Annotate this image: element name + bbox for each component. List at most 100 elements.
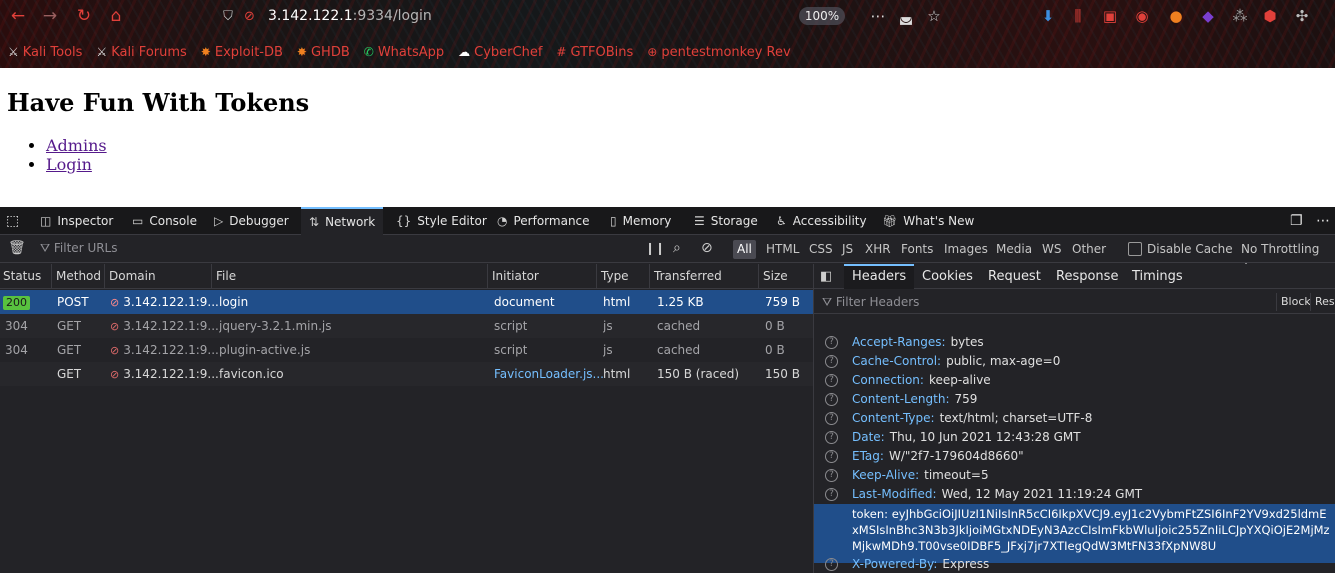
- tab-cookies[interactable]: Cookies: [922, 264, 973, 289]
- search-icon[interactable]: ⌕: [673, 240, 681, 256]
- bookmark-exploit-db[interactable]: ✸ Exploit-DB: [201, 45, 283, 60]
- tab-debugger[interactable]: ▷ Debugger: [214, 207, 289, 235]
- account-icon[interactable]: ◉: [1132, 6, 1152, 26]
- throttling-select[interactable]: No Throttling ↕: [1237, 240, 1335, 275]
- help-icon[interactable]: ?: [825, 412, 838, 425]
- column-transferred[interactable]: Transferred: [651, 264, 759, 289]
- tab-console[interactable]: ▭ Console: [132, 207, 197, 235]
- help-icon[interactable]: ?: [825, 469, 838, 482]
- filter-js[interactable]: JS: [838, 240, 857, 259]
- login-link[interactable]: Login: [46, 155, 92, 174]
- bookmark-gtfobins[interactable]: # GTFOBins: [556, 45, 633, 60]
- help-icon[interactable]: ?: [825, 431, 838, 444]
- tab-performance[interactable]: ◔ Performance: [497, 207, 590, 235]
- filter-html[interactable]: HTML: [762, 240, 803, 259]
- bookmark-kali-tools[interactable]: ⚔ Kali Tools: [8, 45, 82, 60]
- download-icon[interactable]: ⬇: [1038, 6, 1058, 26]
- tab-request[interactable]: Request: [988, 264, 1041, 289]
- bookmark-cyberchef[interactable]: ☁ CyberChef: [458, 45, 542, 60]
- back-arrow-icon[interactable]: ←: [6, 5, 30, 27]
- url-bar[interactable]: ⛉ ⊘ 3.142.122.1 :9334/login: [220, 4, 800, 28]
- element-picker-icon[interactable]: ⬚: [6, 207, 19, 235]
- zoom-level[interactable]: 100%: [799, 7, 845, 25]
- bookmark-pentestmonkey[interactable]: ⊕ pentestmonkey Rev: [647, 45, 790, 60]
- tab-accessibility[interactable]: ♿ Accessibility: [776, 207, 867, 235]
- help-icon[interactable]: ?: [825, 336, 838, 349]
- star-bookmark-icon[interactable]: ☆: [924, 6, 944, 26]
- bookmark-kali-forums[interactable]: ⚔ Kali Forums: [96, 45, 186, 60]
- filter-fonts[interactable]: Fonts: [897, 240, 937, 259]
- initiator-cell: script: [494, 319, 528, 333]
- devtools-menu-icon[interactable]: ⋯: [1316, 207, 1330, 235]
- extension-puzzle-icon[interactable]: ✣: [1292, 6, 1312, 26]
- resend-button[interactable]: Rese: [1310, 293, 1335, 311]
- tab-memory[interactable]: ▯ Memory: [610, 207, 671, 235]
- column-file[interactable]: File: [213, 264, 488, 289]
- filter-media[interactable]: Media: [992, 240, 1036, 259]
- table-row[interactable]: 200 POST ⊘ 3.142.122.1:9... login documen…: [0, 290, 813, 314]
- admins-link[interactable]: Admins: [46, 136, 107, 155]
- page-actions-icon[interactable]: ⋯: [868, 6, 888, 26]
- home-icon[interactable]: ⌂: [104, 5, 128, 27]
- library-icon[interactable]: ⫼: [1068, 6, 1088, 26]
- tab-style-editor[interactable]: {} Style Editor: [396, 207, 487, 235]
- bookmark-label: Kali Tools: [22, 44, 83, 60]
- navigation-bar: ← → ↻ ⌂ ⛉ ⊘ 3.142.122.1 :9334/login 100%…: [0, 0, 1335, 34]
- forward-arrow-icon[interactable]: →: [38, 5, 62, 27]
- header-value: public, max-age=0: [946, 354, 1061, 368]
- toggle-panel-icon[interactable]: ◧: [820, 264, 832, 289]
- column-method[interactable]: Method: [53, 264, 105, 289]
- extension-diamond-icon[interactable]: ◆: [1198, 6, 1218, 26]
- extension-burp-icon[interactable]: ●: [1166, 6, 1186, 26]
- transferred-cell: 150 B (raced): [657, 367, 740, 381]
- filter-other[interactable]: Other: [1068, 240, 1110, 259]
- pause-icon[interactable]: ❙❙: [645, 241, 665, 255]
- insecure-lock-icon: ⊘: [110, 296, 120, 309]
- help-icon[interactable]: ?: [825, 393, 838, 406]
- tab-timings[interactable]: Timings: [1132, 264, 1183, 289]
- help-icon[interactable]: ?: [825, 558, 838, 571]
- sidebar-icon[interactable]: ▣: [1100, 6, 1120, 26]
- column-type[interactable]: Type: [598, 264, 650, 289]
- tab-inspector[interactable]: ◫ Inspector: [40, 207, 113, 235]
- bookmark-ghdb[interactable]: ✸ GHDB: [297, 45, 350, 60]
- tab-network[interactable]: ⇅ Network: [301, 207, 384, 235]
- filter-ws[interactable]: WS: [1038, 240, 1065, 259]
- column-size[interactable]: Size: [760, 264, 813, 289]
- filter-css[interactable]: CSS: [805, 240, 837, 259]
- filter-all[interactable]: All: [733, 240, 756, 259]
- initiator-link[interactable]: FaviconLoader.js...: [494, 362, 604, 386]
- help-icon[interactable]: ?: [825, 450, 838, 463]
- bookmark-whatsapp[interactable]: ✆ WhatsApp: [364, 45, 444, 60]
- trash-icon[interactable]: 🗑︎: [8, 240, 26, 256]
- tab-storage[interactable]: ☰ Storage: [694, 207, 758, 235]
- table-row[interactable]: GET ⊘ 3.142.122.1:9... favicon.ico Favico…: [0, 362, 813, 386]
- block-button[interactable]: Block: [1276, 293, 1311, 311]
- filter-headers-input[interactable]: ⛛ Filter Headers Block Rese: [814, 290, 1335, 314]
- column-initiator[interactable]: Initiator: [489, 264, 597, 289]
- tab-headers[interactable]: Headers: [844, 264, 915, 289]
- filter-urls-input[interactable]: ⛛ Filter URLs: [40, 241, 118, 256]
- disable-cache-checkbox[interactable]: [1128, 242, 1142, 256]
- ublock-icon[interactable]: ⬢: [1260, 6, 1280, 26]
- insecure-lock-icon[interactable]: ⊘: [244, 9, 260, 24]
- help-icon[interactable]: ?: [825, 488, 838, 501]
- extension-cookie-icon[interactable]: ⁂: [1230, 6, 1250, 26]
- disable-cache-label[interactable]: Disable Cache: [1143, 240, 1237, 259]
- pocket-icon[interactable]: ◛: [896, 6, 916, 26]
- column-domain[interactable]: Domain: [106, 264, 212, 289]
- tab-whats-new[interactable]: 🎁︎ What's New: [882, 207, 974, 235]
- help-icon[interactable]: ?: [825, 374, 838, 387]
- tab-response[interactable]: Response: [1056, 264, 1118, 289]
- page-content: Have Fun With Tokens Admins Login: [0, 68, 1335, 207]
- dock-layout-icon[interactable]: ❐: [1290, 207, 1303, 235]
- block-urls-icon[interactable]: ⊘: [701, 240, 713, 256]
- filter-images[interactable]: Images: [940, 240, 992, 259]
- column-status[interactable]: Status: [0, 264, 52, 289]
- filter-xhr[interactable]: XHR: [861, 240, 895, 259]
- help-icon[interactable]: ?: [825, 355, 838, 368]
- table-row[interactable]: 304 GET ⊘ 3.142.122.1:9... plugin-active.…: [0, 338, 813, 362]
- table-row[interactable]: 304 GET ⊘ 3.142.122.1:9... jquery-3.2.1.m…: [0, 314, 813, 338]
- reload-icon[interactable]: ↻: [72, 5, 96, 27]
- tracking-shield-icon[interactable]: ⛉: [220, 9, 236, 24]
